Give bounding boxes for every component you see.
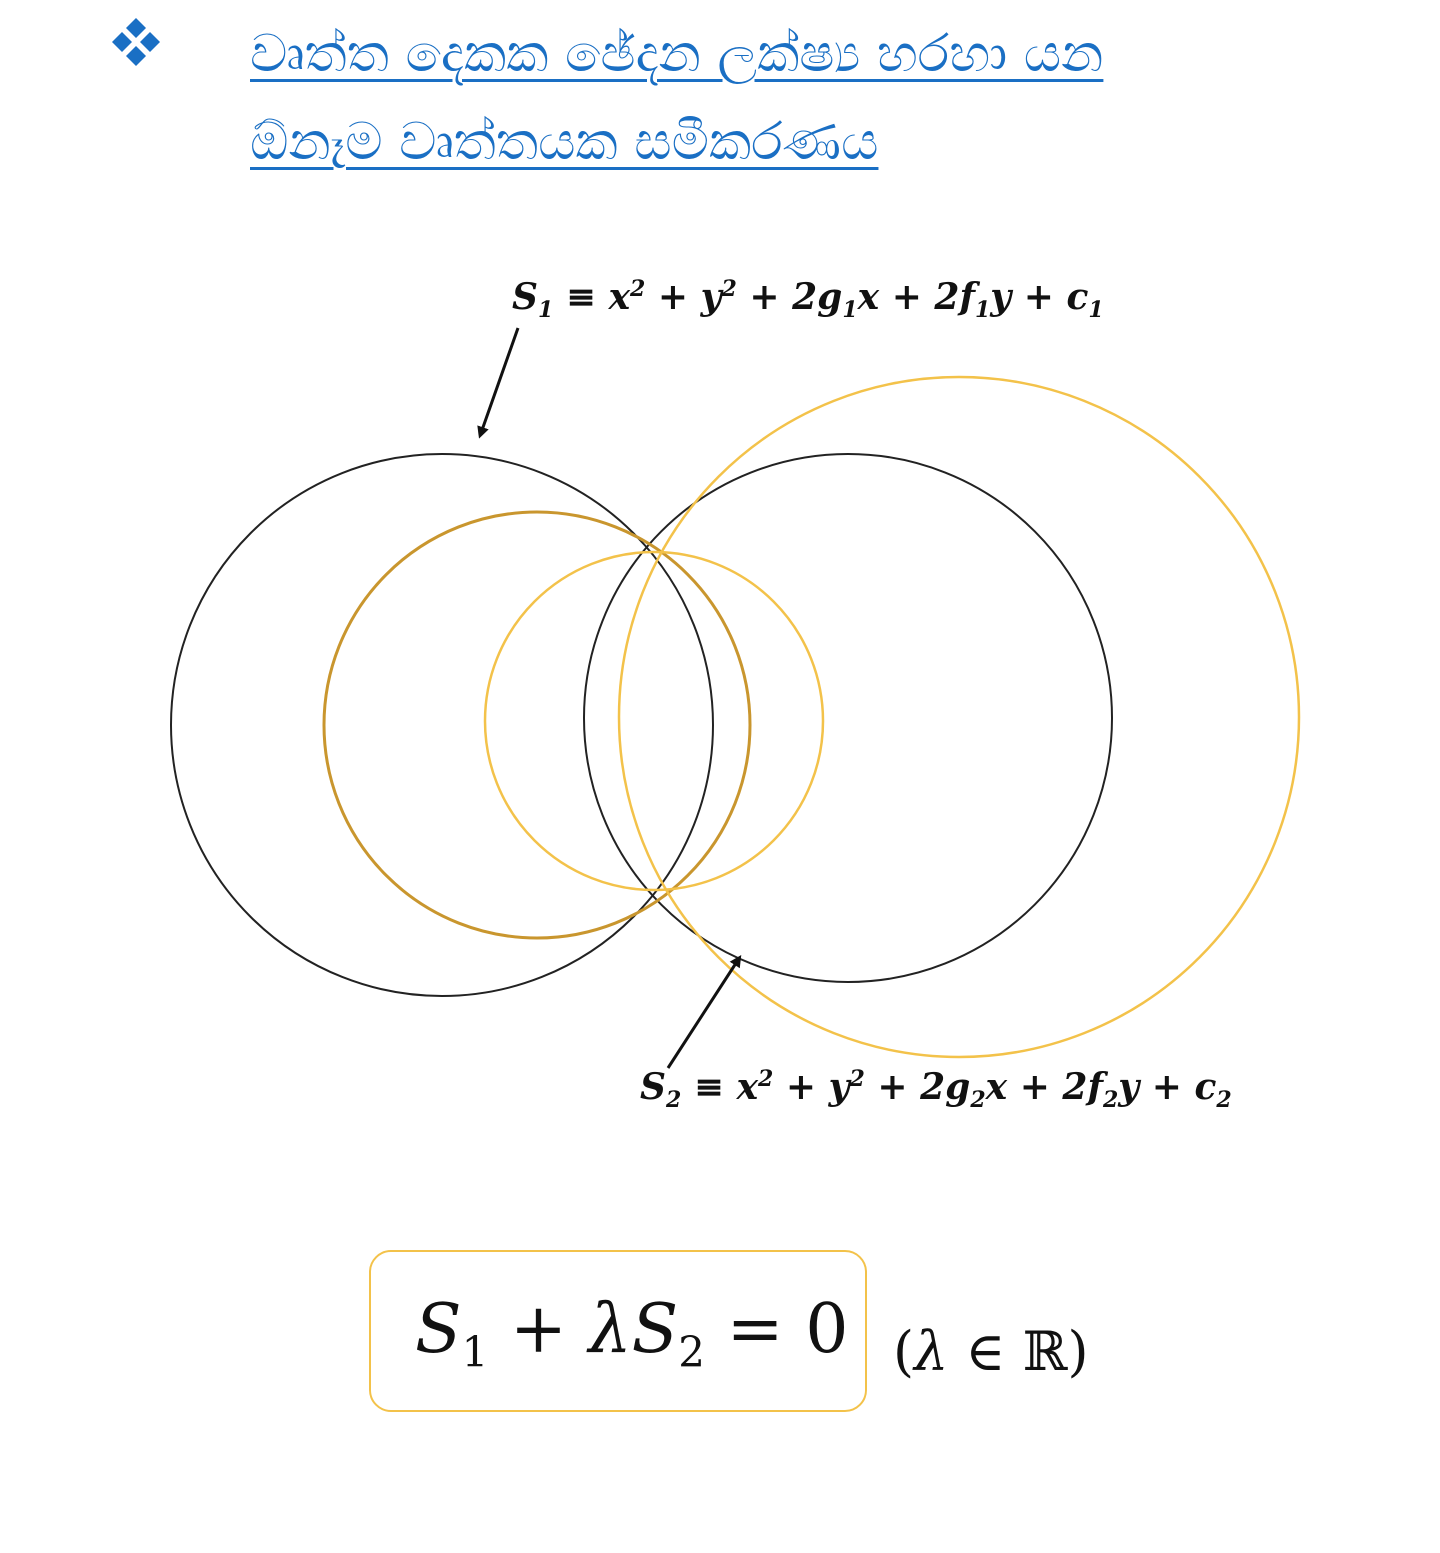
family-circle-small-gold	[483, 550, 825, 892]
arrow-icon-s1	[477, 327, 520, 439]
arrow-icon-s2	[666, 954, 742, 1069]
lambda-condition: (λ ∈ ℝ)	[893, 1320, 1089, 1383]
circle-s2	[583, 453, 1113, 983]
s2-equation-label: S2 ≡ x2 + y2 + 2g2x + 2f2y + c2	[640, 1066, 1232, 1114]
family-circle-dark-gold	[322, 510, 752, 940]
s1-equation-label: S1 ≡ x2 + y2 + 2g1x + 2f1y + c1	[512, 276, 1104, 324]
result-equation: S1 + λS2 = 0	[415, 1290, 849, 1377]
